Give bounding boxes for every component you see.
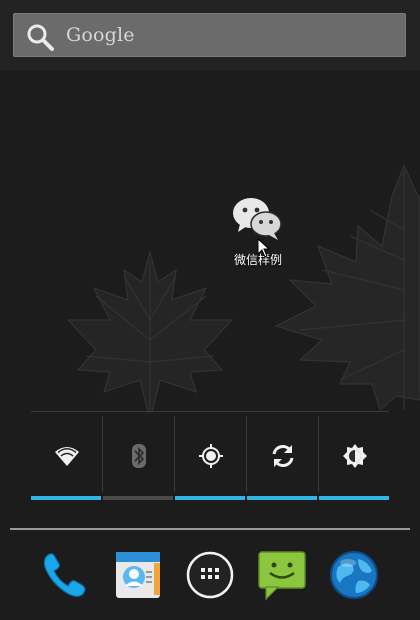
toggle-brightness[interactable] (319, 412, 390, 500)
wallpaper (0, 0, 420, 620)
toggle-sync[interactable] (247, 412, 318, 500)
search-icon (27, 24, 54, 51)
globe-icon[interactable] (328, 549, 380, 601)
gps-icon (199, 444, 223, 468)
brightness-state-bar (319, 496, 389, 500)
gps-state-bar (175, 496, 245, 500)
bluetooth-state-bar (103, 496, 173, 500)
toggle-wifi[interactable] (31, 412, 102, 500)
search-label: Google (66, 24, 135, 46)
sync-icon (272, 445, 294, 467)
toggle-bluetooth[interactable] (103, 412, 174, 500)
app-drawer-icon[interactable] (184, 549, 236, 601)
google-search-bar[interactable]: Google (13, 13, 406, 57)
wifi-state-bar (31, 496, 101, 500)
brightness-icon (343, 444, 367, 468)
wechat-icon (233, 198, 282, 240)
wifi-icon (55, 447, 79, 466)
mouse-cursor-icon (257, 238, 271, 258)
phone-icon[interactable] (39, 549, 91, 601)
sync-state-bar (247, 496, 317, 500)
toggle-gps[interactable] (175, 412, 246, 500)
hotseat-divider (10, 528, 410, 530)
wechat-sample-shortcut[interactable]: 微信样例 (224, 196, 294, 274)
power-control-widget (31, 411, 389, 502)
messaging-icon[interactable] (256, 549, 308, 601)
contacts-icon[interactable] (112, 549, 164, 601)
bluetooth-icon (132, 444, 146, 468)
